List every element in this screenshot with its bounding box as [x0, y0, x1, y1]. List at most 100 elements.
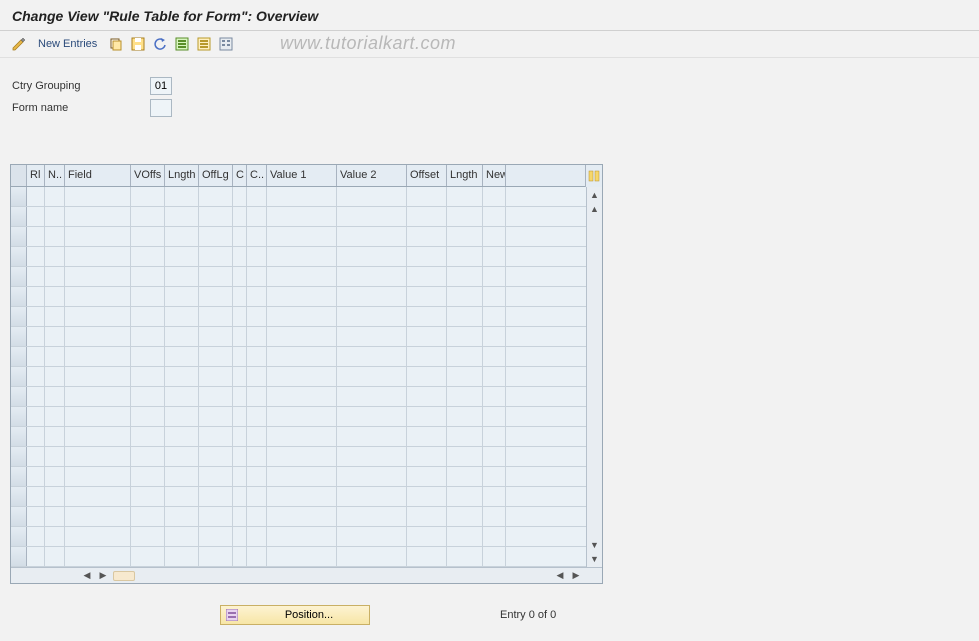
grid-cell[interactable]: [233, 547, 247, 566]
grid-cell[interactable]: [247, 187, 267, 206]
new-entries-button[interactable]: New Entries: [32, 36, 103, 52]
grid-cell[interactable]: [45, 307, 65, 326]
column-header-value2[interactable]: Value 2: [337, 165, 407, 186]
grid-cell[interactable]: [483, 227, 506, 246]
grid-cell[interactable]: [199, 267, 233, 286]
row-selector[interactable]: [11, 267, 27, 286]
grid-cell[interactable]: [447, 407, 483, 426]
grid-cell[interactable]: [131, 307, 165, 326]
grid-cell[interactable]: [131, 187, 165, 206]
grid-cell[interactable]: [45, 247, 65, 266]
scroll-right-arrow-icon[interactable]: ▶: [97, 570, 109, 582]
grid-cell[interactable]: [233, 287, 247, 306]
grid-cell[interactable]: [267, 367, 337, 386]
grid-cell[interactable]: [247, 287, 267, 306]
grid-cell[interactable]: [65, 527, 131, 546]
grid-cell[interactable]: [27, 327, 45, 346]
copy-icon[interactable]: [107, 35, 125, 53]
grid-cell[interactable]: [27, 287, 45, 306]
grid-cell[interactable]: [483, 347, 506, 366]
grid-cell[interactable]: [165, 527, 199, 546]
grid-cell[interactable]: [45, 447, 65, 466]
grid-cell[interactable]: [233, 307, 247, 326]
grid-cell[interactable]: [27, 187, 45, 206]
grid-cell[interactable]: [27, 347, 45, 366]
grid-cell[interactable]: [267, 507, 337, 526]
grid-cell[interactable]: [165, 267, 199, 286]
table-row[interactable]: [11, 347, 602, 367]
grid-cell[interactable]: [27, 447, 45, 466]
grid-cell[interactable]: [337, 187, 407, 206]
grid-cell[interactable]: [27, 307, 45, 326]
column-header-offlg[interactable]: OffLg: [199, 165, 233, 186]
grid-cell[interactable]: [407, 227, 447, 246]
grid-cell[interactable]: [165, 507, 199, 526]
grid-cell[interactable]: [233, 527, 247, 546]
grid-cell[interactable]: [483, 307, 506, 326]
grid-cell[interactable]: [199, 487, 233, 506]
position-button[interactable]: Position...: [220, 605, 370, 625]
grid-cell[interactable]: [199, 507, 233, 526]
table-row[interactable]: [11, 547, 602, 567]
grid-cell[interactable]: [337, 347, 407, 366]
grid-cell[interactable]: [267, 427, 337, 446]
grid-cell[interactable]: [407, 507, 447, 526]
grid-cell[interactable]: [447, 367, 483, 386]
grid-cell[interactable]: [45, 407, 65, 426]
grid-cell[interactable]: [65, 347, 131, 366]
scroll-left2-arrow-icon[interactable]: ◀: [554, 570, 566, 582]
grid-cell[interactable]: [199, 447, 233, 466]
row-selector[interactable]: [11, 547, 27, 566]
column-header-c1[interactable]: C: [233, 165, 247, 186]
row-selector[interactable]: [11, 287, 27, 306]
ctry-grouping-input[interactable]: [150, 77, 172, 95]
grid-cell[interactable]: [45, 487, 65, 506]
grid-cell[interactable]: [65, 447, 131, 466]
grid-cell[interactable]: [45, 207, 65, 226]
grid-cell[interactable]: [407, 367, 447, 386]
grid-cell[interactable]: [407, 247, 447, 266]
grid-cell[interactable]: [27, 407, 45, 426]
row-selector[interactable]: [11, 387, 27, 406]
grid-cell[interactable]: [337, 527, 407, 546]
undo-icon[interactable]: [151, 35, 169, 53]
grid-cell[interactable]: [267, 527, 337, 546]
grid-cell[interactable]: [247, 327, 267, 346]
grid-cell[interactable]: [407, 187, 447, 206]
grid-cell[interactable]: [337, 327, 407, 346]
table-settings-icon[interactable]: [217, 35, 235, 53]
grid-cell[interactable]: [267, 327, 337, 346]
column-header-rl[interactable]: Rl: [27, 165, 45, 186]
grid-cell[interactable]: [131, 367, 165, 386]
table-row[interactable]: [11, 207, 602, 227]
grid-cell[interactable]: [447, 527, 483, 546]
scroll-left-arrow-icon[interactable]: ◀: [81, 570, 93, 582]
vertical-scrollbar[interactable]: ▲ ▲ ▼ ▼: [586, 187, 602, 567]
grid-cell[interactable]: [447, 507, 483, 526]
grid-cell[interactable]: [483, 407, 506, 426]
grid-cell[interactable]: [27, 487, 45, 506]
grid-cell[interactable]: [233, 347, 247, 366]
column-header-voffs[interactable]: VOffs: [131, 165, 165, 186]
grid-cell[interactable]: [407, 527, 447, 546]
grid-cell[interactable]: [447, 327, 483, 346]
column-header-n[interactable]: N..: [45, 165, 65, 186]
grid-cell[interactable]: [199, 207, 233, 226]
grid-cell[interactable]: [65, 487, 131, 506]
grid-cell[interactable]: [247, 347, 267, 366]
table-row[interactable]: [11, 227, 602, 247]
grid-cell[interactable]: [65, 327, 131, 346]
grid-cell[interactable]: [407, 547, 447, 566]
grid-cell[interactable]: [337, 447, 407, 466]
grid-cell[interactable]: [27, 227, 45, 246]
grid-cell[interactable]: [65, 187, 131, 206]
table-row[interactable]: [11, 387, 602, 407]
grid-cell[interactable]: [165, 407, 199, 426]
grid-cell[interactable]: [65, 427, 131, 446]
row-selector[interactable]: [11, 207, 27, 226]
grid-cell[interactable]: [45, 347, 65, 366]
grid-cell[interactable]: [483, 287, 506, 306]
scroll-down2-arrow-icon[interactable]: ▼: [589, 539, 601, 551]
grid-cell[interactable]: [247, 227, 267, 246]
row-selector[interactable]: [11, 527, 27, 546]
